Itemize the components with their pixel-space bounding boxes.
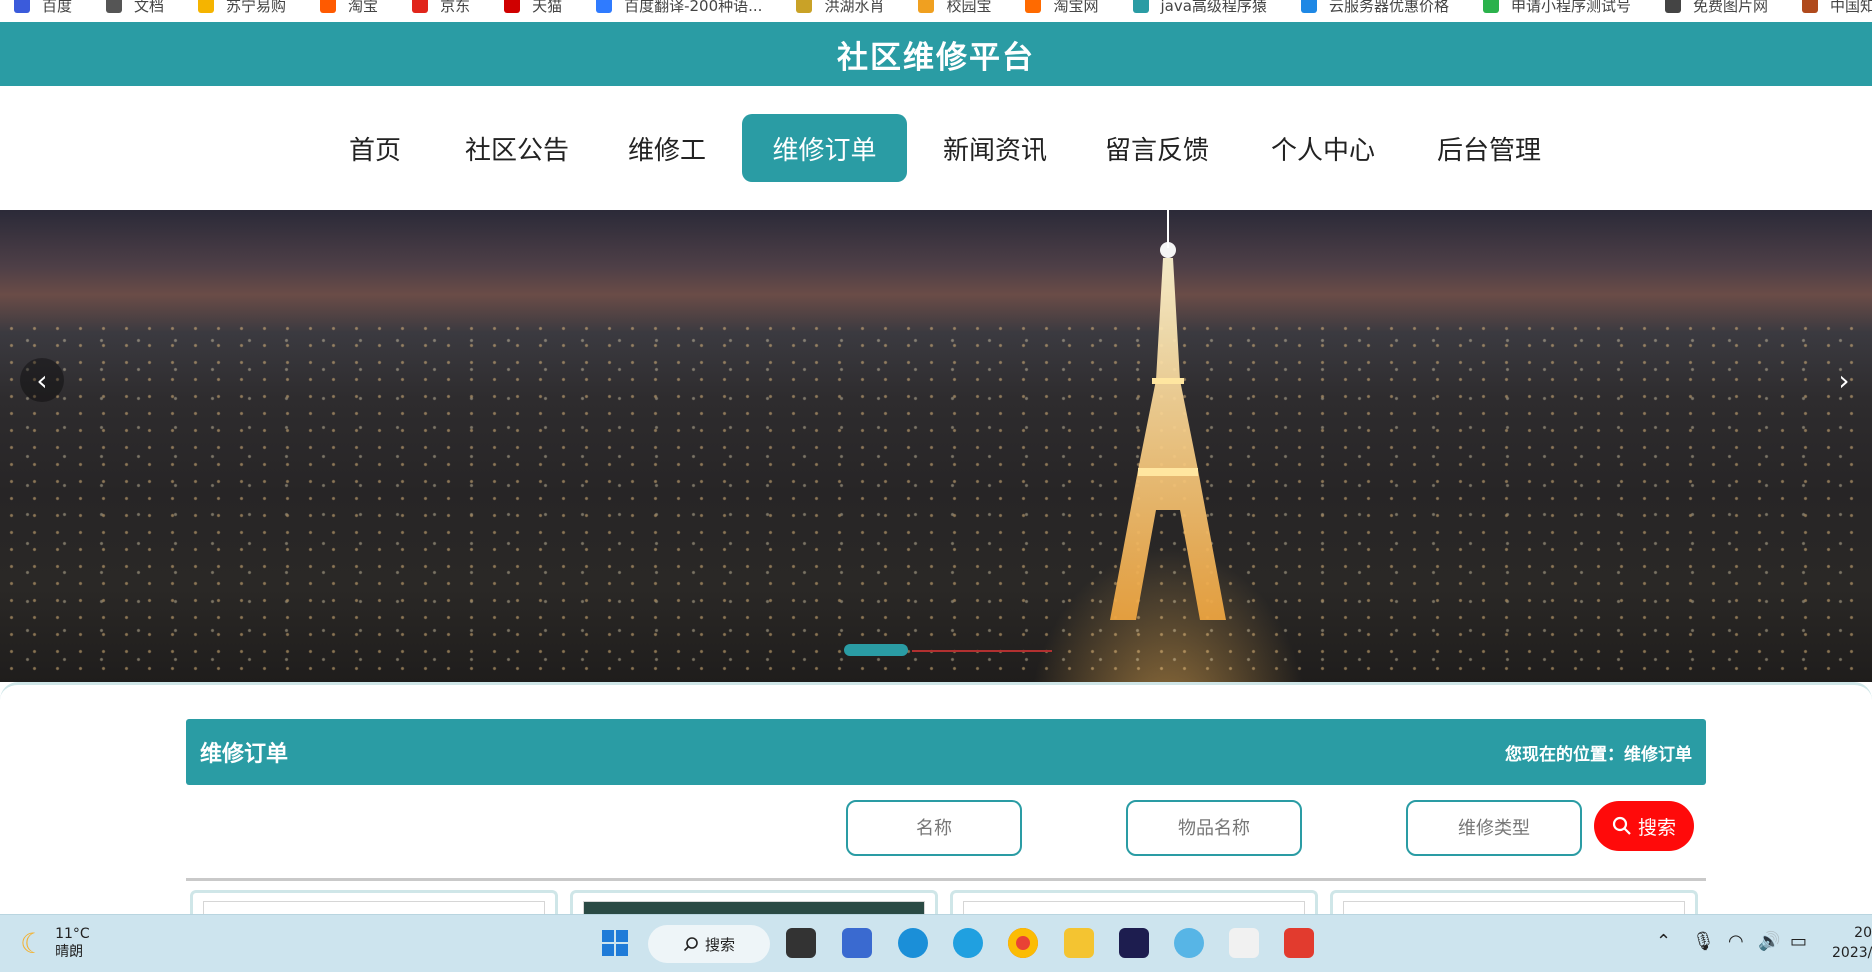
clock-time: 20 — [1854, 925, 1872, 941]
honghu-icon — [796, 0, 813, 13]
nav-repair-orders[interactable]: 维修订单 — [742, 114, 907, 182]
wechat-icon — [1482, 0, 1499, 13]
docs-icon — [106, 0, 123, 13]
bookmark-suning[interactable]: 苏宁易购 — [184, 0, 306, 16]
wifi-icon[interactable]: ◠ — [1728, 931, 1744, 952]
bookmark-cnki[interactable]: 中国知网 — [1788, 0, 1872, 16]
main-nav: 首页 社区公告 维修工 维修订单 新闻资讯 留言反馈 个人中心 后台管理 — [0, 86, 1872, 210]
nav-home[interactable]: 首页 — [330, 114, 420, 182]
banner-city-lights — [0, 320, 1872, 682]
ie-icon[interactable] — [953, 928, 983, 958]
chevron-up-icon[interactable]: ⌃ — [1656, 931, 1671, 952]
taskbar-clock[interactable]: 20 2023/ — [1832, 923, 1872, 963]
bookmark-taobao[interactable]: 淘宝 — [306, 0, 398, 16]
intellij-icon[interactable] — [1119, 928, 1149, 958]
chevron-right-icon: › — [1838, 363, 1850, 397]
suning-icon — [198, 0, 215, 13]
control-panel-icon[interactable] — [842, 928, 872, 958]
bookmark-free-images[interactable]: 免费图片网 — [1651, 0, 1788, 16]
jd-icon — [412, 0, 429, 13]
carousel-next-button[interactable]: › — [1822, 358, 1866, 402]
moon-icon: ☾ — [20, 926, 46, 960]
main-content: 维修订单 您现在的位置：维修订单 搜索 — [0, 682, 1872, 921]
volume-icon[interactable]: 🔊 — [1758, 931, 1780, 952]
taobao-web-icon — [1025, 0, 1042, 13]
breadcrumb: 您现在的位置：维修订单 — [1505, 744, 1692, 765]
windows-icon — [602, 930, 628, 956]
nav-feedback[interactable]: 留言反馈 — [1092, 114, 1222, 182]
edge-icon[interactable] — [898, 928, 928, 958]
item-name-search-input[interactable] — [1126, 800, 1302, 856]
bookmark-baidu[interactable]: 百度 — [0, 0, 92, 16]
name-search-input[interactable] — [846, 800, 1022, 856]
nav-repairmen[interactable]: 维修工 — [612, 114, 722, 182]
cloud-icon — [1300, 0, 1317, 13]
search-icon — [1612, 816, 1631, 835]
start-button[interactable] — [600, 928, 630, 958]
search-button-label: 搜索 — [1637, 816, 1676, 839]
campus-icon — [918, 0, 935, 13]
taskbar: ☾ 11°C 晴朗 搜索 ⌃ 🎙 ◠ 🔊 ▭ 20 2023/ — [0, 914, 1872, 972]
nav-announcements[interactable]: 社区公告 — [452, 114, 582, 182]
translate-icon — [596, 0, 613, 13]
banner-carousel: ‹ › — [0, 210, 1872, 682]
task-view-icon[interactable] — [786, 928, 816, 958]
site-title: 社区维修平台 — [837, 39, 1035, 76]
page-title: 维修订单 — [200, 742, 289, 767]
carousel-indicator-active[interactable] — [844, 644, 908, 656]
baidu-icon — [14, 0, 30, 13]
search-icon — [683, 937, 698, 952]
weather-desc: 晴朗 — [55, 944, 84, 960]
wps-icon[interactable] — [1284, 928, 1314, 958]
app-circles-icon[interactable] — [1174, 928, 1204, 958]
image-site-icon — [1664, 0, 1681, 13]
section-title-bar: 维修订单 您现在的位置：维修订单 — [186, 719, 1706, 785]
divider — [186, 878, 1706, 881]
java-icon — [1132, 0, 1149, 13]
cnki-icon — [1801, 0, 1818, 13]
file-explorer-icon[interactable] — [1064, 928, 1094, 958]
site-header: 社区维修平台 — [0, 22, 1872, 86]
bookmark-campus[interactable]: 校园宝 — [904, 0, 1011, 16]
bookmark-java[interactable]: java高级程序猿 — [1119, 0, 1287, 16]
taskbar-search[interactable]: 搜索 — [648, 925, 770, 963]
nav-admin[interactable]: 后台管理 — [1424, 114, 1554, 182]
battery-icon[interactable]: ▭ — [1790, 931, 1807, 952]
eiffel-tower-image — [1110, 210, 1226, 620]
bookmark-jd[interactable]: 京东 — [398, 0, 490, 16]
bookmarks-bar: 百度 文档 苏宁易购 淘宝 京东 天猫 百度翻译-200种语... 洪湖水肖 校… — [0, 0, 1872, 22]
nav-news[interactable]: 新闻资讯 — [930, 114, 1060, 182]
tmall-icon — [504, 0, 521, 13]
bookmark-honghu[interactable]: 洪湖水肖 — [782, 0, 904, 16]
bookmark-docs[interactable]: 文档 — [92, 0, 184, 16]
bookmark-tmall[interactable]: 天猫 — [490, 0, 582, 16]
bookmark-baidu-translate[interactable]: 百度翻译-200种语... — [582, 0, 782, 16]
microphone-icon[interactable]: 🎙 — [1692, 931, 1715, 952]
bookmark-cloud[interactable]: 云服务器优惠价格 — [1287, 0, 1469, 16]
bookmark-miniprogram[interactable]: 申请小程序测试号 — [1469, 0, 1651, 16]
clock-date: 2023/ — [1832, 945, 1872, 961]
nav-profile[interactable]: 个人中心 — [1258, 114, 1388, 182]
weather-widget[interactable]: ☾ 11°C 晴朗 — [20, 925, 90, 961]
bookmark-taobao-web[interactable]: 淘宝网 — [1011, 0, 1118, 16]
weather-temp: 11°C — [55, 926, 90, 942]
presentation-icon[interactable] — [1229, 928, 1259, 958]
search-button[interactable]: 搜索 — [1594, 801, 1694, 851]
taobao-icon — [320, 0, 337, 13]
chrome-icon[interactable] — [1008, 928, 1038, 958]
repair-type-search-input[interactable] — [1406, 800, 1582, 856]
taskbar-search-label: 搜索 — [704, 935, 735, 954]
carousel-prev-button[interactable]: ‹ — [20, 358, 64, 402]
carousel-indicator-track[interactable] — [912, 650, 1052, 652]
chevron-left-icon: ‹ — [36, 363, 48, 397]
